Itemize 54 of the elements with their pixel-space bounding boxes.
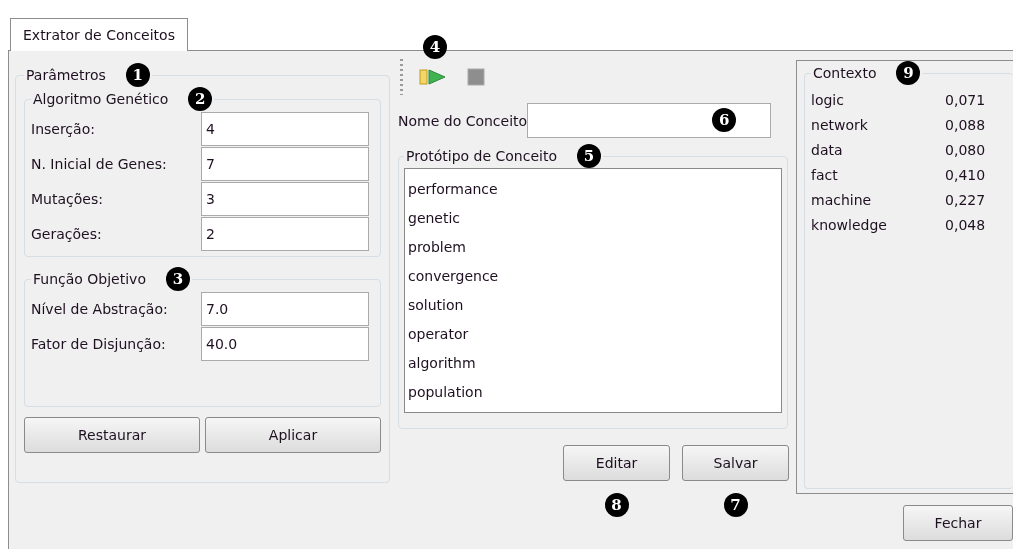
callout-number: 4 — [423, 35, 447, 59]
input-field[interactable]: 6 — [527, 103, 772, 138]
term-text: fact — [811, 166, 839, 183]
term-text: network — [811, 116, 869, 133]
callout-number: 6 — [712, 108, 737, 132]
save-button[interactable]: Salvar — [682, 445, 790, 481]
weight-value: 0,088 — [945, 116, 986, 133]
edit-button[interactable]: Editar — [563, 445, 671, 481]
input-field[interactable]: 7 — [201, 146, 369, 181]
list-item[interactable]: solution — [407, 290, 779, 319]
list-item[interactable]: population — [407, 377, 779, 406]
field-label: Nível de Abstração: — [31, 300, 169, 317]
restore-button[interactable]: Restaurar — [24, 417, 200, 453]
list-item[interactable]: operator — [407, 319, 779, 348]
apply-button[interactable]: Aplicar — [205, 417, 381, 453]
weight-value: 0,227 — [945, 191, 986, 208]
list-item[interactable]: problem — [407, 232, 779, 261]
weight-value: 0,410 — [945, 166, 986, 183]
field-label: N. Inicial de Genes: — [31, 155, 168, 172]
weight-value: 0,071 — [945, 91, 986, 108]
term-text: data — [811, 141, 844, 158]
list-item[interactable]: convergence — [407, 261, 779, 290]
list-item[interactable]: algorithm — [407, 348, 779, 377]
list-item[interactable]: genetic — [407, 203, 779, 232]
list-item[interactable]: performance — [407, 174, 779, 203]
field-label: Mutações: — [31, 190, 104, 207]
close-button[interactable]: Fechar — [903, 505, 1013, 541]
group-title: Contexto — [813, 65, 877, 81]
term-text: machine — [811, 191, 873, 208]
group-title: Protótipo de Conceito — [406, 148, 557, 164]
callout-number: 1 — [125, 63, 150, 87]
callout-number: 8 — [604, 493, 629, 517]
callout-number: 7 — [723, 493, 748, 517]
field-label: Gerações: — [31, 225, 103, 242]
input-field[interactable]: 4 — [201, 111, 369, 146]
field-label: Fator de Disjunção: — [31, 335, 167, 352]
group-title: Parâmetros — [26, 67, 106, 83]
input-field[interactable]: 2 — [201, 216, 369, 251]
weight-value: 0,080 — [945, 141, 986, 158]
field-label: Inserção: — [31, 120, 96, 137]
callout-number: 9 — [896, 61, 921, 85]
field-label: Nome do Conceito — [398, 112, 528, 129]
term-text: knowledge — [811, 216, 888, 233]
term-text: logic — [811, 91, 845, 108]
group-title: Algoritmo Genético — [33, 91, 169, 107]
weight-value: 0,048 — [945, 216, 986, 233]
input-field[interactable]: 3 — [201, 181, 369, 216]
callout-number: 5 — [576, 144, 601, 168]
tab[interactable]: Extrator de Conceitos — [10, 18, 188, 51]
input-field[interactable]: 40.0 — [201, 326, 369, 361]
callout-number: 3 — [165, 267, 190, 291]
input-field[interactable]: 7.0 — [201, 291, 369, 326]
group-title: Função Objetivo — [33, 271, 146, 287]
callout-number: 2 — [188, 87, 213, 111]
